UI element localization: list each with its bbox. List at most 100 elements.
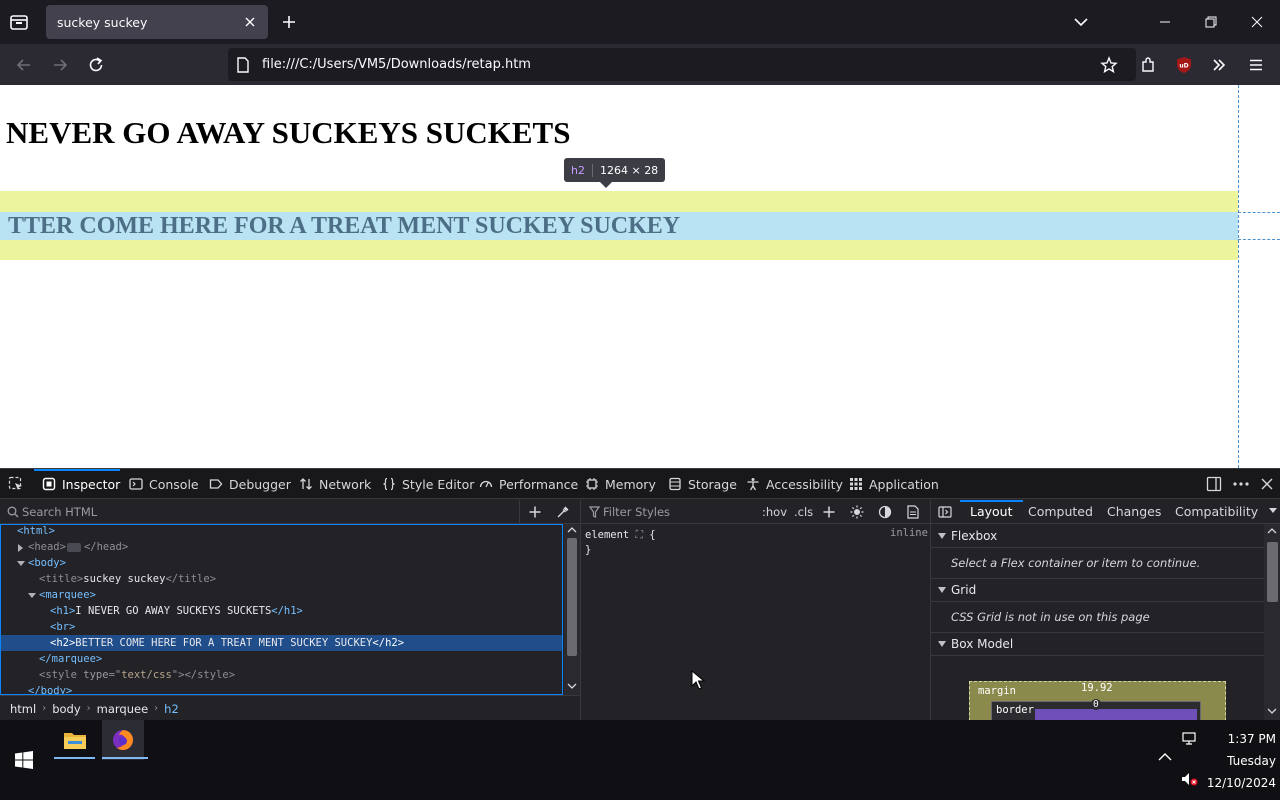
- chevron-right-icon: ›: [154, 703, 159, 714]
- tab-compatibility[interactable]: Compatibility: [1175, 500, 1258, 524]
- expand-arrow-icon[interactable]: [18, 544, 23, 552]
- page-heading-h2: TTER COME HERE FOR A TREAT MENT SUCKEY S…: [8, 213, 681, 239]
- filter-styles-input[interactable]: Filter Styles: [603, 505, 670, 519]
- firefox-taskbar-icon[interactable]: [102, 720, 144, 760]
- overflow-chevron-icon[interactable]: [1204, 50, 1234, 80]
- reload-icon[interactable]: [81, 50, 111, 80]
- tab-storage[interactable]: Storage: [668, 469, 737, 499]
- tree-node-h1[interactable]: <h1>I NEVER GO AWAY SUCKEYS SUCKETS</h1>: [1, 603, 562, 619]
- margin-top-value[interactable]: 19.92: [1081, 682, 1113, 694]
- breadcrumb-body[interactable]: body: [52, 702, 80, 716]
- browser-tab-active[interactable]: suckey suckey: [46, 5, 268, 39]
- dark-mode-icon[interactable]: [878, 505, 892, 519]
- restore-icon[interactable]: [1188, 0, 1234, 44]
- cls-toggle[interactable]: .cls: [794, 505, 813, 519]
- tab-style-editor[interactable]: Style Editor: [382, 469, 474, 499]
- add-node-icon[interactable]: [528, 505, 542, 519]
- tree-scrollbar[interactable]: [564, 524, 580, 695]
- toggle-sidebar-icon[interactable]: [938, 505, 952, 519]
- tree-node-body[interactable]: <body>: [1, 555, 562, 571]
- node-highlight-icon[interactable]: ⛶: [636, 529, 643, 541]
- tree-node-br[interactable]: <br>: [1, 619, 562, 635]
- url-bar[interactable]: file:///C:/Users/VM5/Downloads/retap.htm: [228, 48, 1136, 81]
- tree-node-title[interactable]: <title>suckey suckey</title>: [1, 571, 562, 587]
- collapsed-content-icon[interactable]: [67, 543, 81, 552]
- tab-accessibility[interactable]: Accessibility: [746, 469, 843, 499]
- tab-network[interactable]: Network: [299, 469, 371, 499]
- hamburger-menu-icon[interactable]: [1241, 50, 1271, 80]
- collapse-arrow-icon[interactable]: [28, 593, 36, 598]
- breadcrumb-h2[interactable]: h2: [164, 702, 179, 716]
- attr-value: text/css: [121, 669, 172, 681]
- hov-toggle[interactable]: :hov: [762, 505, 787, 519]
- tree-node-marquee-close[interactable]: </marquee>: [1, 651, 562, 667]
- border-top-value[interactable]: 0: [1091, 699, 1101, 710]
- tree-node-h2-selected[interactable]: <h2>BETTER COME HERE FOR A TREAT MENT SU…: [1, 635, 562, 651]
- tree-node-marquee[interactable]: <marquee>: [1, 587, 562, 603]
- tree-node-style[interactable]: <style type="text/css"></style>: [1, 667, 562, 683]
- tab-layout[interactable]: Layout: [960, 500, 1022, 524]
- tab-inspector[interactable]: Inspector: [42, 469, 121, 499]
- close-window-icon[interactable]: [1234, 0, 1280, 44]
- more-options-icon[interactable]: [1232, 476, 1250, 492]
- tree-node-body-close[interactable]: </body>: [1, 683, 562, 694]
- close-devtools-icon[interactable]: [1259, 476, 1275, 492]
- tab-performance[interactable]: Performance: [479, 469, 578, 499]
- tree-node-head[interactable]: <head> </head>: [1, 539, 562, 555]
- rules-toolbar: Filter Styles :hov .cls: [581, 500, 931, 524]
- back-icon[interactable]: [9, 50, 39, 80]
- light-mode-icon[interactable]: [850, 505, 864, 519]
- breadcrumb-html[interactable]: html: [10, 702, 36, 716]
- section-flexbox[interactable]: Flexbox: [931, 524, 1264, 548]
- network-status-icon[interactable]: [1182, 732, 1198, 746]
- bookmark-star-icon[interactable]: [1094, 50, 1124, 80]
- section-grid[interactable]: Grid: [931, 578, 1264, 602]
- firefox-view-icon[interactable]: [8, 11, 30, 33]
- system-clock[interactable]: 1:37 PM Tuesday 12/10/2024: [1200, 728, 1276, 794]
- tab-computed[interactable]: Computed: [1028, 500, 1093, 524]
- file-explorer-icon[interactable]: [54, 720, 96, 760]
- list-all-tabs-icon[interactable]: [1072, 13, 1090, 31]
- tab-debugger[interactable]: Debugger: [209, 469, 291, 499]
- eyedropper-icon[interactable]: [556, 505, 570, 519]
- page-info-icon[interactable]: [236, 57, 250, 73]
- tab-application[interactable]: Application: [849, 469, 939, 499]
- minimize-icon[interactable]: [1142, 0, 1188, 44]
- tab-memory[interactable]: Memory: [585, 469, 656, 499]
- sidebar-scrollbar[interactable]: [1264, 524, 1280, 721]
- extensions-icon[interactable]: [1133, 50, 1163, 80]
- close-tab-icon[interactable]: [242, 14, 258, 30]
- tab-console[interactable]: Console: [129, 469, 199, 499]
- tab-changes[interactable]: Changes: [1107, 500, 1161, 524]
- text-node: suckey suckey: [83, 573, 166, 585]
- show-hidden-icons-icon[interactable]: [1158, 752, 1172, 762]
- scrollbar-thumb[interactable]: [567, 538, 577, 656]
- guide-line-bottom: [1238, 239, 1280, 240]
- scrollbar-thumb[interactable]: [1267, 542, 1278, 602]
- section-box-model[interactable]: Box Model: [931, 632, 1264, 656]
- scroll-down-icon[interactable]: [1267, 707, 1277, 715]
- windows-start-icon[interactable]: [15, 751, 33, 769]
- breadcrumb-marquee[interactable]: marquee: [97, 702, 149, 716]
- rule-element-inline[interactable]: element ⛶ { }: [585, 528, 656, 558]
- add-rule-icon[interactable]: [822, 505, 836, 519]
- mouse-cursor-icon: [691, 670, 705, 690]
- tabs-overflow-icon[interactable]: [1269, 508, 1277, 513]
- volume-muted-icon[interactable]: [1181, 772, 1199, 786]
- scroll-up-icon[interactable]: [567, 526, 577, 534]
- page-heading-h1: NEVER GO AWAY SUCKEYS SUCKETS: [6, 115, 571, 150]
- forward-icon[interactable]: [45, 50, 75, 80]
- scroll-up-icon[interactable]: [1267, 527, 1277, 535]
- new-tab-icon[interactable]: [280, 13, 298, 31]
- dock-side-icon[interactable]: [1206, 476, 1222, 492]
- scroll-down-icon[interactable]: [567, 682, 577, 690]
- print-media-icon[interactable]: [907, 505, 919, 519]
- ublock-origin-icon[interactable]: uD: [1169, 50, 1199, 80]
- pick-element-icon[interactable]: [8, 476, 24, 492]
- search-html-input[interactable]: Search HTML: [22, 505, 97, 519]
- collapse-arrow-icon[interactable]: [17, 561, 25, 566]
- url-text[interactable]: file:///C:/Users/VM5/Downloads/retap.htm: [262, 57, 531, 72]
- tag-text: <body>: [28, 557, 66, 569]
- tree-node-html[interactable]: <html>: [1, 525, 562, 539]
- tab-label: Accessibility: [766, 476, 843, 492]
